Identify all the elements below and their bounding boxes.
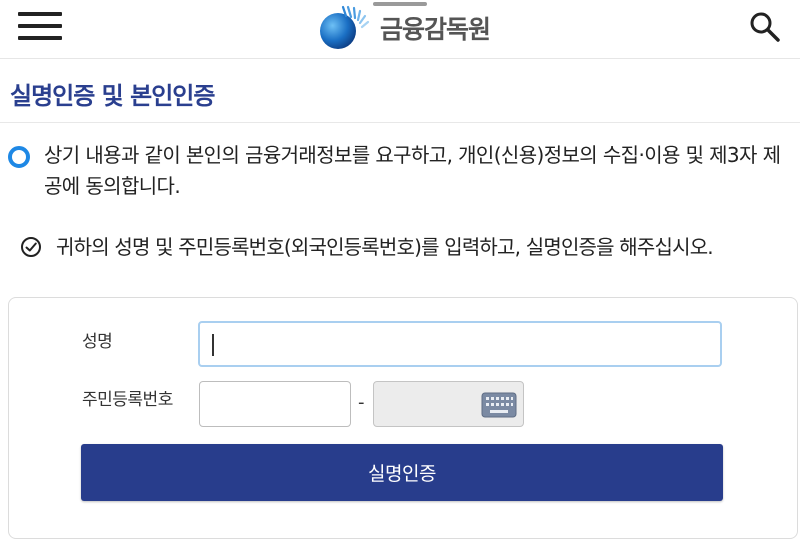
divider	[0, 122, 800, 123]
name-label: 성명	[82, 332, 113, 352]
text-caret	[212, 334, 214, 356]
logo-text: 금융감독원	[380, 15, 491, 44]
rrn-separator: -	[358, 392, 365, 413]
consent-radio-selected-icon[interactable]	[8, 146, 30, 168]
hamburger-menu-icon[interactable]	[18, 12, 64, 42]
verify-name-button[interactable]: 실명인증	[81, 444, 723, 501]
fss-logo[interactable]: 금융감독원	[318, 3, 491, 53]
consent-text: 상기 내용과 같이 본인의 금융거래정보를 요구하고, 개인(신용)정보의 수집…	[44, 143, 781, 198]
check-circle-icon	[21, 237, 41, 257]
app-header: 금융감독원	[0, 0, 800, 59]
keyboard-icon[interactable]	[481, 392, 517, 418]
page-title: 실명인증 및 본인인증	[10, 82, 215, 110]
name-input[interactable]	[198, 321, 722, 367]
menu-bar	[18, 36, 62, 40]
fss-logo-icon	[320, 5, 370, 49]
input-notice: 귀하의 성명 및 주민등록번호(외국인등록번호)를 입력하고, 실명인증을 해주…	[20, 233, 800, 263]
notice-text: 귀하의 성명 및 주민등록번호(외국인등록번호)를 입력하고, 실명인증을 해주…	[56, 235, 714, 259]
rrn-front-input[interactable]	[199, 381, 351, 427]
rrn-label: 주민등록번호	[82, 390, 173, 410]
search-icon[interactable]	[748, 10, 782, 44]
menu-bar	[18, 12, 62, 16]
menu-bar	[18, 24, 62, 28]
rrn-back-secure-input[interactable]	[373, 381, 524, 427]
